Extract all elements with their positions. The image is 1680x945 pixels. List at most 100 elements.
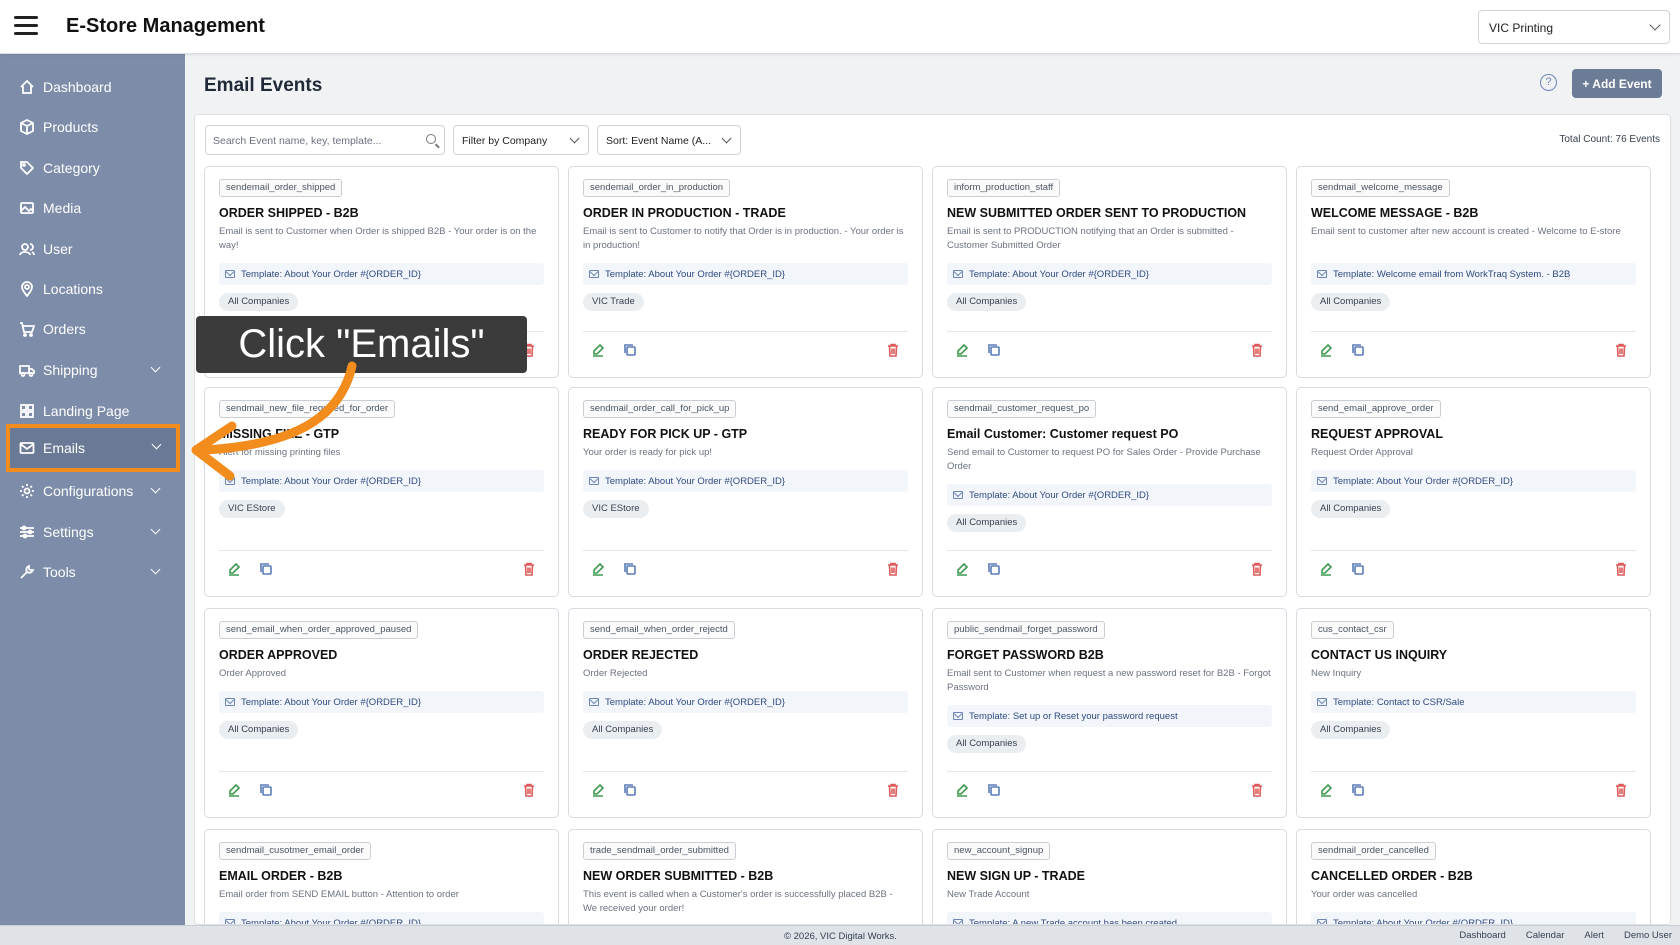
sidebar-item-settings[interactable]: Settings [10,513,175,551]
sidebar-item-media[interactable]: Media [10,189,175,227]
edit-icon[interactable] [591,562,605,576]
edit-icon[interactable] [227,783,241,797]
event-card[interactable]: send_email_when_order_approved_paused ORD… [204,608,559,818]
template-label: Template: About Your Order #{ORDER_ID} [605,696,786,708]
event-card[interactable]: sendmail_order_cancelled CANCELLED ORDER … [1296,829,1651,924]
copy-icon[interactable] [259,562,273,576]
delete-icon[interactable] [886,562,900,576]
sidebar-item-configurations[interactable]: Configurations [10,472,175,510]
delete-icon[interactable] [522,562,536,576]
template-link[interactable]: Template: About Your Order #{ORDER_ID} [219,912,544,924]
edit-icon[interactable] [955,562,969,576]
sidebar-item-orders[interactable]: Orders [10,310,175,348]
event-card[interactable]: sendmail_customer_request_po Email Custom… [932,387,1287,597]
search-icon [426,134,436,144]
event-description: New Inquiry [1311,668,1362,679]
sidebar-item-products[interactable]: Products [10,108,175,146]
delete-icon[interactable] [886,343,900,357]
sidebar-item-label: Media [43,200,82,216]
delete-icon[interactable] [1250,562,1264,576]
event-card[interactable]: trade_sendmail_order_submitted NEW ORDER … [568,829,923,924]
delete-icon[interactable] [1614,343,1628,357]
template-label: Template: Set up or Reset your password … [969,710,1178,722]
event-card[interactable]: sendemail_order_in_production ORDER IN PR… [568,166,923,378]
copy-icon[interactable] [1351,562,1365,576]
event-card[interactable]: send_email_approve_order REQUEST APPROVAL… [1296,387,1651,597]
sidebar-item-tools[interactable]: Tools [10,553,175,591]
delete-icon[interactable] [1250,783,1264,797]
template-link[interactable]: Template: About Your Order #{ORDER_ID} [583,691,908,713]
copy-icon[interactable] [987,783,1001,797]
copy-icon[interactable] [987,343,1001,357]
event-card[interactable]: new_account_signup NEW SIGN UP - TRADE New… [932,829,1287,924]
template-link[interactable]: Template: About Your Order #{ORDER_ID} [947,484,1272,506]
edit-icon[interactable] [1319,562,1333,576]
event-key-chip: cus_contact_csr [1311,621,1394,639]
footer-link-alert[interactable]: Alert [1584,930,1604,941]
edit-icon[interactable] [955,343,969,357]
template-link[interactable]: Template: Contact to CSR/Sale [1311,691,1636,713]
edit-icon[interactable] [1319,783,1333,797]
sidebar-item-locations[interactable]: Locations [10,270,175,308]
copy-icon[interactable] [623,783,637,797]
delete-icon[interactable] [1614,562,1628,576]
event-description: Email is sent to Customer to notify that… [583,226,904,251]
footer-link-calendar[interactable]: Calendar [1526,930,1565,941]
copy-icon[interactable] [623,343,637,357]
delete-icon[interactable] [886,783,900,797]
search-input[interactable]: Search Event name, key, template... [205,125,445,155]
sidebar-item-shipping[interactable]: Shipping [10,351,175,389]
copy-icon[interactable] [259,783,273,797]
help-icon[interactable]: ? [1540,74,1557,91]
edit-icon[interactable] [591,783,605,797]
edit-icon[interactable] [955,783,969,797]
sidebar-item-dashboard[interactable]: Dashboard [10,68,175,106]
company-select[interactable]: VIC Printing [1478,10,1670,44]
event-card[interactable]: sendmail_order_call_for_pick_up READY FOR… [568,387,923,597]
sidebar-item-user[interactable]: User [10,230,175,268]
template-label: Template: About Your Order #{ORDER_ID} [605,268,786,280]
delete-icon[interactable] [522,783,536,797]
image-icon [19,200,35,216]
event-card[interactable]: cus_contact_csr CONTACT US INQUIRY New Inq… [1296,608,1651,818]
copy-icon[interactable] [987,562,1001,576]
copy-icon[interactable] [1351,343,1365,357]
delete-icon[interactable] [1250,343,1264,357]
template-link[interactable]: Template: Set up or Reset your password … [947,705,1272,727]
add-event-button[interactable]: + Add Event [1572,69,1662,98]
sidebar-item-category[interactable]: Category [10,149,175,187]
copy-icon[interactable] [1351,783,1365,797]
event-card[interactable]: public_sendmail_forget_password FORGET PA… [932,608,1287,818]
template-link[interactable]: Template: About Your Order #{ORDER_ID} [947,263,1272,285]
template-link[interactable]: Template: About Your Order #{ORDER_ID} [219,470,544,492]
sort-select[interactable]: Sort: Event Name (A... [597,125,741,155]
footer-link-user[interactable]: Demo User [1624,930,1672,941]
hamburger-menu-icon[interactable] [14,16,38,36]
template-link[interactable]: Template: About Your Order #{ORDER_ID} [1311,912,1636,924]
edit-icon[interactable] [227,562,241,576]
company-chip: All Companies [1311,500,1391,518]
copy-icon[interactable] [623,562,637,576]
edit-icon[interactable] [591,343,605,357]
event-card[interactable]: inform_production_staff NEW SUBMITTED ORD… [932,166,1287,378]
edit-icon[interactable] [1319,343,1333,357]
event-description: Your order is ready for pick up! [583,447,713,458]
company-filter-select[interactable]: Filter by Company [453,125,589,155]
event-card[interactable]: send_email_when_order_rejectd ORDER REJEC… [568,608,923,818]
footer-links: Dashboard Calendar Alert Demo User [1459,930,1672,941]
gear-icon [19,483,35,499]
template-link[interactable]: Template: About Your Order #{ORDER_ID} [583,470,908,492]
template-link[interactable]: Template: About Your Order #{ORDER_ID} [1311,470,1636,492]
event-card[interactable]: sendmail_cusotmer_email_order EMAIL ORDER… [204,829,559,924]
template-link[interactable]: Template: About Your Order #{ORDER_ID} [583,263,908,285]
event-card[interactable]: sendmail_new_file_required_for_order MISS… [204,387,559,597]
template-link[interactable]: Template: A new Trade account has been c… [947,912,1272,924]
template-link[interactable]: Template: About Your Order #{ORDER_ID} [219,691,544,713]
delete-icon[interactable] [1614,783,1628,797]
template-link[interactable]: Template: Welcome email from WorkTraq Sy… [1311,263,1636,285]
template-link[interactable]: Template: About Your Order #{ORDER_ID} [219,263,544,285]
event-card[interactable]: sendmail_welcome_message WELCOME MESSAGE … [1296,166,1651,378]
footer-link-dashboard[interactable]: Dashboard [1459,930,1505,941]
sidebar-item-emails[interactable]: Emails [6,424,180,472]
sidebar-item-label: Settings [43,524,94,540]
